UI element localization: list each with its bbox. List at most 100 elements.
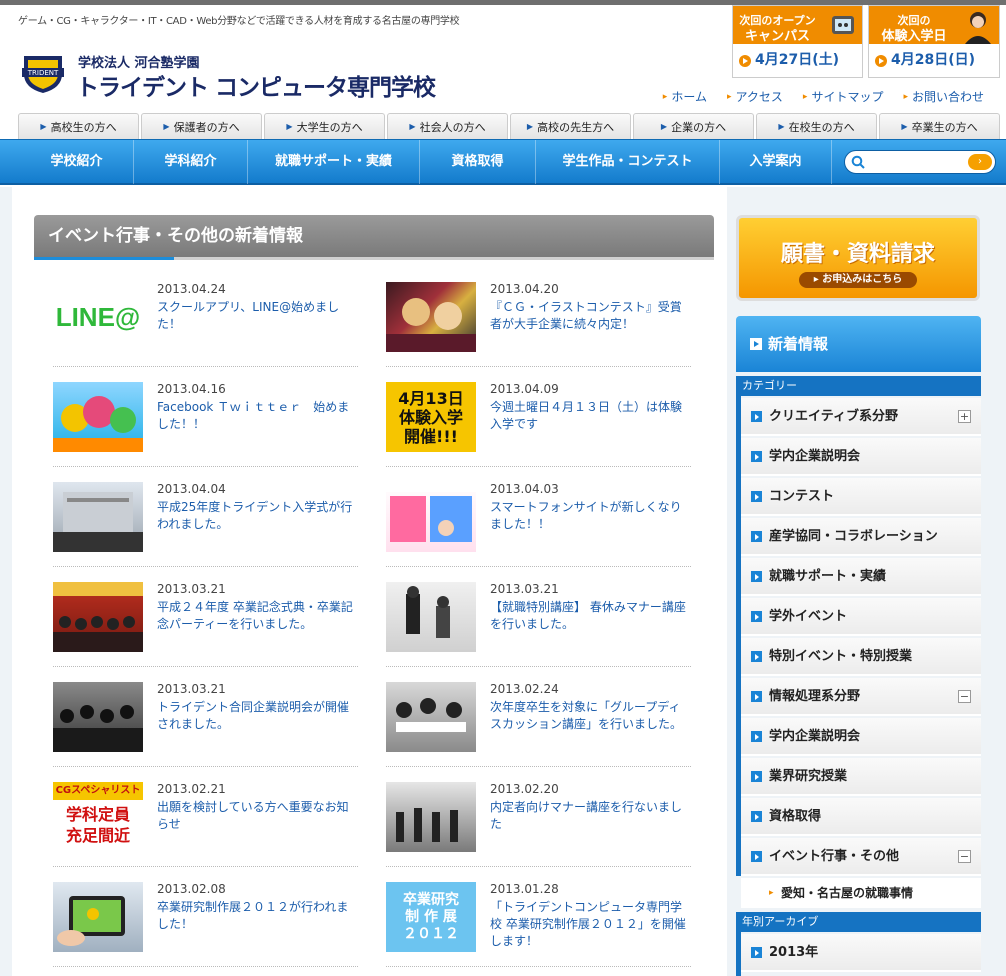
search-box: › bbox=[844, 150, 996, 174]
nav-student-works[interactable]: 学生作品・コンテスト bbox=[536, 140, 720, 184]
tab-teachers[interactable]: ▶ 高校の先生方へ bbox=[510, 113, 631, 139]
news-item[interactable]: 2013.02.20 内定者向けマナー講座を行ないました bbox=[386, 782, 691, 862]
news-date: 2013.04.20 bbox=[490, 282, 559, 296]
news-date: 2013.02.24 bbox=[490, 682, 559, 696]
news-thumbnail bbox=[53, 682, 143, 752]
news-title[interactable]: Facebook Ｔｗｉｔｔｅｒ 始めました！！ bbox=[157, 399, 357, 433]
news-item[interactable]: LINE@ 2013.04.24 スクールアプリ、LINE@始めました！ bbox=[53, 282, 358, 362]
arrow-square-icon bbox=[751, 811, 762, 822]
nav-about[interactable]: 学校紹介 bbox=[20, 140, 134, 184]
category-item[interactable]: イベント行事・その他 − bbox=[741, 838, 981, 876]
archive-year-item[interactable]: 2013年 bbox=[741, 934, 981, 972]
news-date: 2013.02.21 bbox=[157, 782, 226, 796]
category-item[interactable]: 学外イベント bbox=[741, 598, 981, 636]
open-campus-banner[interactable]: 次回のオープン キャンパス 4月27日(土) bbox=[732, 5, 863, 78]
arrow-square-icon bbox=[751, 691, 762, 702]
application-request-button[interactable]: 願書・資料請求 ▸ お申込みはこちら bbox=[736, 215, 980, 301]
news-title[interactable]: スクールアプリ、LINE@始めました！ bbox=[157, 299, 357, 333]
collapse-toggle[interactable]: − bbox=[958, 850, 971, 863]
search-submit-button[interactable]: › bbox=[968, 154, 992, 170]
news-title[interactable]: 平成２４年度 卒業記念式典・卒業記念パーティーを行いました。 bbox=[157, 599, 357, 633]
school-logo[interactable]: TRIDENT 学校法人 河合塾学園 トライデント コンピュータ専門学校 bbox=[18, 48, 438, 102]
apply-title: 願書・資料請求 bbox=[780, 242, 935, 267]
news-item[interactable]: 4月13日 体験入学 開催!!! 2013.04.09 今週土曜日４月１３日（土… bbox=[386, 382, 691, 462]
news-title[interactable]: 卒業研究制作展２０１２が行われました！ bbox=[157, 899, 357, 933]
category-item[interactable]: クリエイティブ系分野 + bbox=[741, 398, 981, 436]
category-item[interactable]: 特別イベント・特別授業 bbox=[741, 638, 981, 676]
news-title[interactable]: 平成25年度トライデント入学式が行われました。 bbox=[157, 499, 357, 533]
news-item[interactable]: 2013.03.21 トライデント合同企業説明会が開催されました。 bbox=[53, 682, 358, 762]
news-title[interactable]: スマートフォンサイトが新しくなりました！！ bbox=[490, 499, 690, 533]
category-item[interactable]: 就職サポート・実績 bbox=[741, 558, 981, 596]
news-thumbnail bbox=[53, 482, 143, 552]
section-title: イベント行事・その他の新着情報 bbox=[34, 215, 714, 257]
expand-toggle[interactable]: + bbox=[958, 410, 971, 423]
category-item[interactable]: 産学協同・コラボレーション bbox=[741, 518, 981, 556]
category-item[interactable]: 情報処理系分野 − bbox=[741, 678, 981, 716]
news-title[interactable]: 内定者向けマナー講座を行ないました bbox=[490, 799, 690, 833]
category-item[interactable]: 業界研究授業 bbox=[741, 758, 981, 796]
news-date: 2013.04.04 bbox=[157, 482, 226, 496]
tagline: ゲーム・CG・キャラクター・IT・CAD・Web分野などで活躍できる人材を育成す… bbox=[18, 16, 460, 27]
news-date: 2013.04.03 bbox=[490, 482, 559, 496]
news-thumbnail: CGスペシャリスト 学科定員 充足間近 bbox=[53, 782, 143, 852]
news-item[interactable]: 2013.03.21 【就職特別講座】 春休みマナー講座を行いました。 bbox=[386, 582, 691, 662]
tab-students[interactable]: ▶ 在校生の方へ bbox=[756, 113, 877, 139]
tab-high-school[interactable]: ▶ 高校生の方へ bbox=[18, 113, 139, 139]
tab-parents[interactable]: ▶ 保護者の方へ bbox=[141, 113, 262, 139]
news-title[interactable]: 次年度卒生を対象に「グループディスカッション講座」を行いました。 bbox=[490, 699, 690, 733]
news-item[interactable]: 2013.04.20 『ＣＧ・イラストコンテスト』受賞者が大手企業に続々内定！ bbox=[386, 282, 691, 362]
category-item[interactable]: コンテスト bbox=[741, 478, 981, 516]
nav-qualifications[interactable]: 資格取得 bbox=[420, 140, 536, 184]
tab-university[interactable]: ▶ 大学生の方へ bbox=[264, 113, 385, 139]
news-title[interactable]: トライデント合同企業説明会が開催されました。 bbox=[157, 699, 357, 733]
news-title[interactable]: 今週土曜日４月１３日（土）は体験入学です bbox=[490, 399, 690, 433]
util-link-access[interactable]: ▸ アクセス bbox=[727, 88, 783, 105]
news-title[interactable]: 出願を検討している方へ重要なお知らせ bbox=[157, 799, 357, 833]
audience-tabs: ▶ 高校生の方へ ▶ 保護者の方へ ▶ 大学生の方へ ▶ 社会人の方へ ▶ 高校の先生方へ… bbox=[18, 113, 1006, 139]
news-item[interactable]: 2013.04.03 スマートフォンサイトが新しくなりました！！ bbox=[386, 482, 691, 562]
news-title[interactable]: 「トライデントコンピュータ専門学校 卒業研究制作展２０１２」を開催します！ bbox=[490, 899, 690, 950]
nav-career-support[interactable]: 就職サポート・実績 bbox=[248, 140, 420, 184]
news-item[interactable]: 2013.04.04 平成25年度トライデント入学式が行われました。 bbox=[53, 482, 358, 562]
news-item[interactable]: CGスペシャリスト 学科定員 充足間近 2013.02.21 出願を検討している… bbox=[53, 782, 358, 862]
tab-working[interactable]: ▶ 社会人の方へ bbox=[387, 113, 508, 139]
arrow-right-icon: ▸ bbox=[903, 91, 908, 102]
news-title[interactable]: 『ＣＧ・イラストコンテスト』受賞者が大手企業に続々内定！ bbox=[490, 299, 690, 333]
arrow-square-icon bbox=[750, 338, 762, 350]
page: ゲーム・CG・キャラクター・IT・CAD・Web分野などで活躍できる人材を育成す… bbox=[0, 0, 1006, 976]
arrow-right-icon: ▸ bbox=[662, 91, 668, 102]
arrow-square-icon bbox=[751, 571, 762, 582]
arrow-square-icon bbox=[751, 947, 762, 958]
news-item[interactable]: 2013.02.24 次年度卒生を対象に「グループディスカッション講座」を行いま… bbox=[386, 682, 691, 762]
triangle-icon: ▶ bbox=[778, 122, 785, 131]
news-heading[interactable]: 新着情報 bbox=[736, 316, 981, 372]
trial-admission-banner[interactable]: 次回の 体験入学日 4月28日(日) bbox=[868, 5, 1000, 78]
triangle-icon: ▶ bbox=[40, 122, 47, 131]
tab-companies[interactable]: ▶ 企業の方へ bbox=[633, 113, 754, 139]
category-subitem[interactable]: ▸ 愛知・名古屋の就職事情 bbox=[741, 878, 981, 908]
category-item[interactable]: 学内企業説明会 bbox=[741, 718, 981, 756]
nav-admissions[interactable]: 入学案内 bbox=[720, 140, 832, 184]
news-item[interactable]: 2013.02.08 卒業研究制作展２０１２が行われました！ bbox=[53, 882, 358, 962]
search-input[interactable] bbox=[869, 153, 961, 171]
news-thumbnail: LINE@ bbox=[53, 282, 143, 352]
news-thumbnail bbox=[53, 582, 143, 652]
util-link-contact[interactable]: ▸ お問い合わせ bbox=[903, 88, 984, 105]
arrow-square-icon bbox=[751, 491, 762, 502]
open-campus-date: 4月27日(土) bbox=[755, 52, 840, 68]
news-item[interactable]: 卒業研究 制 作 展 ２０１２ 2013.01.28 「トライデントコンピュータ… bbox=[386, 882, 691, 962]
tab-graduates[interactable]: ▶ 卒業生の方へ bbox=[879, 113, 1000, 139]
triangle-icon: ▶ bbox=[526, 122, 534, 131]
news-title[interactable]: 【就職特別講座】 春休みマナー講座を行いました。 bbox=[490, 599, 690, 633]
arrow-circle-icon bbox=[739, 54, 751, 67]
news-item[interactable]: 2013.03.21 平成２４年度 卒業記念式典・卒業記念パーティーを行いました… bbox=[53, 582, 358, 662]
news-item[interactable]: 2013.04.16 Facebook Ｔｗｉｔｔｅｒ 始めました！！ bbox=[53, 382, 358, 462]
util-link-sitemap[interactable]: ▸ サイトマップ bbox=[803, 88, 884, 105]
nav-departments[interactable]: 学科紹介 bbox=[134, 140, 248, 184]
school-crest-icon: TRIDENT bbox=[22, 56, 64, 93]
category-item[interactable]: 学内企業説明会 bbox=[741, 438, 981, 476]
collapse-toggle[interactable]: − bbox=[958, 690, 971, 703]
category-item[interactable]: 資格取得 bbox=[741, 798, 981, 836]
util-link-home[interactable]: ▸ ホーム bbox=[663, 88, 707, 105]
